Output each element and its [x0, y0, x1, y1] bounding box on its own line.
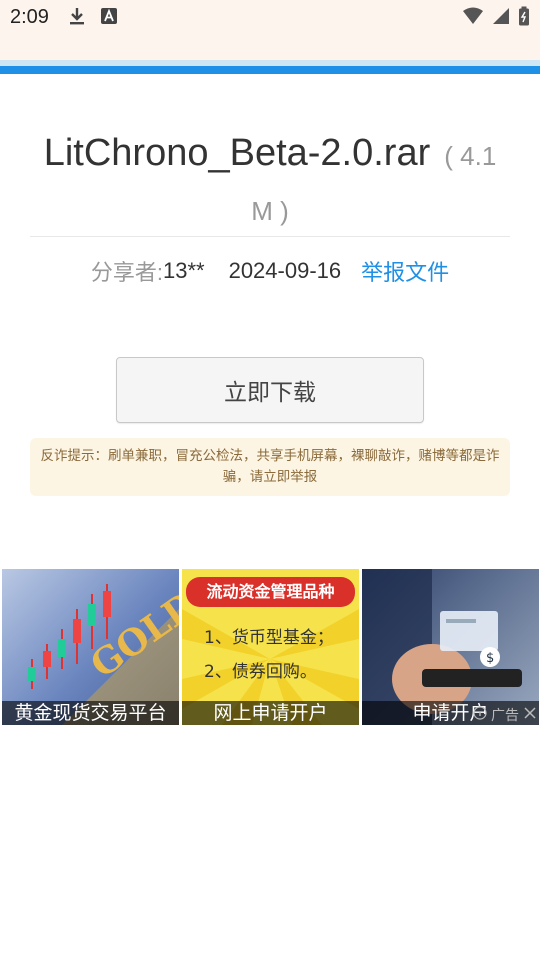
ad-fund-line: 1、货币型基金；	[204, 628, 334, 648]
wifi-icon	[462, 7, 484, 29]
battery-icon	[518, 6, 530, 30]
status-icons-right	[462, 6, 530, 30]
signal-icon	[492, 7, 510, 29]
ad-label: 广告	[449, 703, 537, 725]
status-icons-left	[68, 6, 118, 30]
ad-info-icon[interactable]	[473, 706, 487, 724]
divider	[30, 236, 510, 237]
svg-text:$: $	[486, 651, 494, 666]
ad-label-text: 广告	[491, 708, 519, 724]
file-meta: 分享者: 13** 2024-09-16 举报文件	[30, 254, 510, 288]
ad-open-account[interactable]: $ 申请开户 广告	[362, 569, 539, 725]
header-strip	[0, 36, 540, 60]
a-badge-icon	[100, 7, 118, 29]
ad-fund-line: 2、债券回购。	[204, 662, 317, 682]
ad-fund-title: 流动资金管理品种	[186, 577, 355, 607]
ad-gold-trading[interactable]: GOLD 黄金现货交易平台	[2, 569, 179, 725]
ad-fund-management[interactable]: 流动资金管理品种 1、货币型基金； 2、债券回购。 网上申请开户	[182, 569, 359, 725]
header-bar-accent	[0, 66, 540, 74]
sharer-label: 分享者:	[90, 260, 163, 285]
ad-caption: 网上申请开户	[182, 701, 359, 725]
download-icon	[68, 6, 86, 30]
report-file-link[interactable]: 举报文件	[361, 255, 449, 287]
download-button[interactable]: 立即下载	[116, 357, 424, 423]
anti-fraud-notice: 反诈提示：刷单兼职，冒充公检法，共享手机屏幕，裸聊敲诈，赌博等都是诈骗，请立即举…	[30, 438, 510, 496]
share-date: 2024-09-16	[228, 258, 342, 283]
file-title: LitChrono_Beta-2.0.rar( 4.1 M )	[30, 128, 510, 241]
file-name: LitChrono_Beta-2.0.rar	[43, 132, 431, 174]
ad-banner: GOLD 黄金现货交易平台 流动资金管理品种 1、货币型基金； 2、债券回购。 …	[0, 569, 540, 725]
sharer-name: 13**	[162, 258, 205, 283]
status-bar: 2:09	[0, 0, 540, 36]
status-time: 2:09	[10, 6, 49, 28]
ad-caption: 黄金现货交易平台	[2, 701, 179, 725]
ad-close-icon[interactable]	[523, 706, 537, 724]
